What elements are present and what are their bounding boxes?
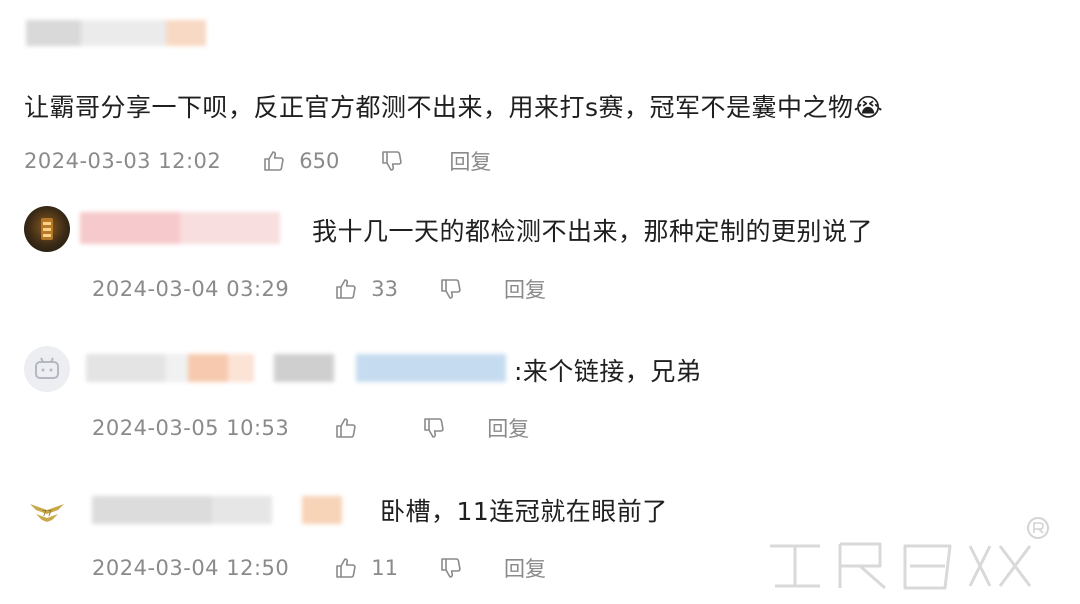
thumbs-down-icon[interactable] (438, 276, 464, 302)
reply-button[interactable]: 回复 (504, 274, 546, 304)
blurred-username (80, 212, 280, 244)
comment-text: 卧槽，11连冠就在眼前了 (380, 497, 668, 526)
like-count: 650 (299, 149, 340, 173)
avatar[interactable] (24, 206, 70, 252)
reply-button[interactable]: 回复 (449, 146, 491, 176)
thumbs-up-icon[interactable] (333, 555, 359, 581)
like-count: 11 (371, 556, 398, 580)
thumbs-up-icon[interactable] (261, 148, 287, 174)
reply-button[interactable]: 回复 (504, 553, 546, 583)
thumbs-up-icon[interactable] (333, 415, 359, 441)
thumbs-down-icon[interactable] (379, 148, 405, 174)
blurred-username (26, 20, 206, 46)
comment-meta: 2024-03-05 10:53 回复 (92, 413, 529, 443)
thumbs-up-icon[interactable] (333, 276, 359, 302)
like-count: 33 (371, 277, 398, 301)
watermark-logo (760, 516, 1050, 596)
comment-text: 我十几一天的都检测不出来，那种定制的更别说了 (312, 217, 874, 246)
comment-meta: 2024-03-04 03:29 33 回复 (92, 274, 546, 304)
blurred-username (92, 496, 342, 524)
blurred-username (86, 354, 506, 382)
comment-timestamp: 2024-03-03 12:02 (24, 149, 222, 173)
avatar[interactable] (24, 346, 70, 392)
comment-timestamp: 2024-03-04 03:29 (92, 277, 290, 301)
comment-timestamp: 2024-03-04 12:50 (92, 556, 290, 580)
svg-text:77: 77 (42, 509, 52, 518)
comment-text: 让霸哥分享一下呗，反正官方都测不出来，用来打s赛，冠军不是囊中之物😭 (24, 93, 884, 122)
comment-timestamp: 2024-03-05 10:53 (92, 416, 290, 440)
comment-meta: 2024-03-04 12:50 11 回复 (92, 553, 546, 583)
comment-text: :来个链接，兄弟 (514, 357, 702, 386)
comment-meta: 2024-03-03 12:02 650 回复 (24, 146, 491, 176)
avatar[interactable]: 77 (24, 488, 70, 534)
thumbs-down-icon[interactable] (421, 415, 447, 441)
reply-button[interactable]: 回复 (487, 413, 529, 443)
thumbs-down-icon[interactable] (438, 555, 464, 581)
